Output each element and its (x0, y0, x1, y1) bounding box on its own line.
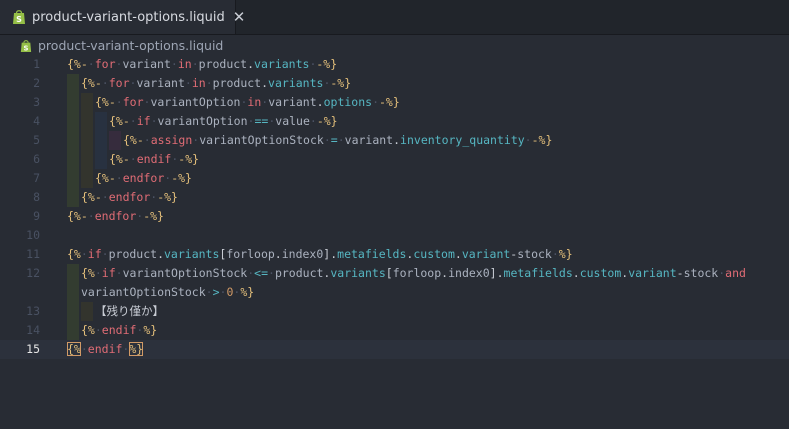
code-line[interactable]: 10 (0, 226, 789, 245)
line-number: 2 (33, 76, 40, 90)
indent-guide (81, 112, 93, 131)
tab-bar: S product-variant-options.liquid ✕ (0, 0, 789, 35)
code-text: {%-·if·variantOption·==·value·-%} (109, 114, 338, 128)
indent-guide (95, 112, 107, 131)
indent-guide (67, 74, 79, 93)
tab-label: product-variant-options.liquid (32, 9, 225, 25)
line-number: 15 (26, 342, 40, 356)
breadcrumb: S product-variant-options.liquid (0, 35, 789, 55)
code-text: {%·if·variantOptionStock·<=·product.vari… (81, 266, 746, 280)
indent-guide (67, 302, 79, 321)
indent-guide (67, 131, 79, 150)
code-text: {%-·for·variant·in·product.variants·-%} (67, 57, 338, 71)
indent-guide (67, 112, 79, 131)
code-line[interactable]: 14 {%·endif·%} (0, 321, 789, 340)
line-number: 14 (26, 323, 40, 337)
line-number: 7 (33, 171, 40, 185)
indent-guide (109, 131, 121, 150)
line-number: 12 (26, 266, 40, 280)
line-number: 4 (33, 114, 40, 128)
code-line[interactable]: 11 {%·if·product.variants[forloop.index0]… (0, 245, 789, 264)
code-text: {%-·for·variantOption·in·variant.options… (95, 95, 400, 109)
code-line[interactable]: 3 {%-·for·variantOption·in·variant.option… (0, 93, 789, 112)
code-text: variantOptionStock·>·0·%} (81, 285, 255, 299)
code-line[interactable]: 6 {%-·endif·-%} (0, 150, 789, 169)
code-text: {%-·endfor·-%} (81, 190, 178, 204)
indent-guide (67, 188, 79, 207)
code-text: {%·endif·%} (81, 323, 158, 337)
line-number: 6 (33, 152, 40, 166)
code-line[interactable]: 7 {%-·endfor·-%} (0, 169, 789, 188)
code-line[interactable]: 12 {%·if·variantOptionStock·<=·product.va… (0, 264, 789, 283)
line-number: 13 (26, 304, 40, 318)
code-line[interactable]: 13 【残り僅か】 (0, 302, 789, 321)
breadcrumb-file[interactable]: product-variant-options.liquid (38, 38, 223, 53)
code-line[interactable]: 8 {%-·endfor·-%} (0, 188, 789, 207)
indent-guide (81, 131, 93, 150)
indent-guide (95, 131, 107, 150)
code-text: {%-·assign·variantOptionStock·=·variant.… (123, 133, 553, 147)
indent-guide (81, 169, 93, 188)
line-number: 10 (26, 228, 40, 242)
code-line[interactable]: 15 {%·endif·%} (0, 340, 789, 359)
tab-product-variant-options[interactable]: S product-variant-options.liquid ✕ (0, 0, 245, 34)
code-text: {%-·for·variant·in·product.variants·-%} (81, 76, 352, 90)
line-number: 5 (33, 133, 40, 147)
indent-guide (67, 93, 79, 112)
code-text: {%·endif·%} (67, 342, 144, 356)
code-line[interactable]: 1 {%-·for·variant·in·product.variants·-%} (0, 55, 789, 74)
line-number: 9 (33, 209, 40, 223)
shopify-bag-icon: S (20, 38, 32, 52)
code-text: 【残り僅か】 (95, 304, 164, 318)
line-number: 11 (26, 247, 40, 261)
indent-guide (67, 321, 79, 340)
code-text: {%·if·product.variants[forloop.index0].m… (67, 247, 573, 261)
line-number: 8 (33, 190, 40, 204)
code-line[interactable]: 4 {%-·if·variantOption·==·value·-%} (0, 112, 789, 131)
indent-guide (81, 150, 93, 169)
code-line[interactable]: variantOptionStock·>·0·%} (0, 283, 789, 302)
indent-guide (67, 150, 79, 169)
indent-guide (67, 264, 79, 283)
code-text: {%-·endfor·-%} (67, 209, 164, 223)
shopify-bag-icon: S (12, 9, 26, 25)
code-line[interactable]: 5 {%-·assign·variantOptionStock·=·variant… (0, 131, 789, 150)
indent-guide (67, 283, 79, 302)
close-icon[interactable]: ✕ (233, 9, 246, 25)
svg-text:S: S (24, 44, 29, 52)
code-editor[interactable]: 1 {%-·for·variant·in·product.variants·-%}… (0, 55, 789, 429)
line-number: 3 (33, 95, 40, 109)
svg-text:S: S (16, 15, 22, 24)
indent-guide (81, 93, 93, 112)
line-number: 1 (33, 57, 40, 71)
code-text: {%-·endif·-%} (109, 152, 200, 166)
indent-guide (67, 169, 79, 188)
indent-guide (95, 150, 107, 169)
code-text: {%-·endfor·-%} (95, 171, 192, 185)
code-line[interactable]: 9 {%-·endfor·-%} (0, 207, 789, 226)
code-line[interactable]: 2 {%-·for·variant·in·product.variants·-%} (0, 74, 789, 93)
indent-guide (81, 302, 93, 321)
